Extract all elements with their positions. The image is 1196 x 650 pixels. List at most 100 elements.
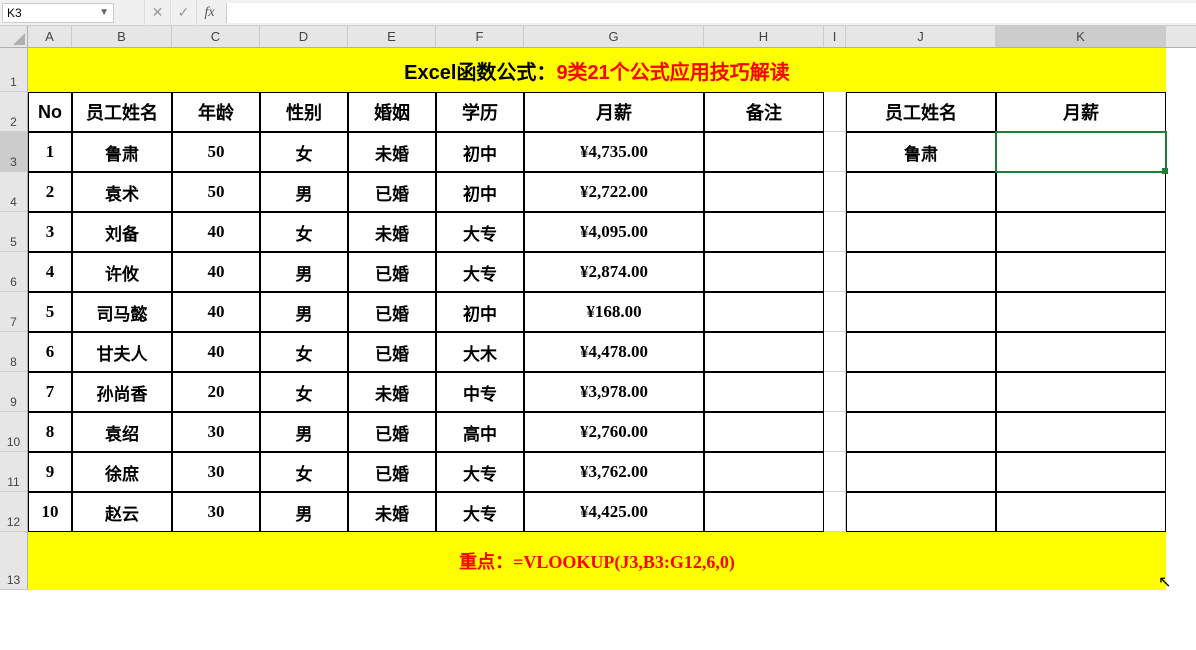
cell-marriage[interactable]: 已婚 [348, 412, 436, 452]
cell-I2[interactable] [824, 92, 846, 132]
title-cell[interactable]: Excel函数公式：9类21个公式应用技巧解读 [28, 48, 1166, 92]
footer-cell[interactable]: 重点：=VLOOKUP(J3,B3:G12,6,0) [28, 532, 1166, 590]
cell-I11[interactable] [824, 452, 846, 492]
cancel-formula-icon[interactable]: ✕ [144, 0, 170, 26]
cell-salary[interactable]: ¥4,095.00 [524, 212, 704, 252]
cell-no[interactable]: 3 [28, 212, 72, 252]
cell-no[interactable]: 2 [28, 172, 72, 212]
header-name[interactable]: 员工姓名 [72, 92, 172, 132]
col-header-B[interactable]: B [72, 26, 172, 47]
cell-name[interactable]: 甘夫人 [72, 332, 172, 372]
cell-marriage[interactable]: 未婚 [348, 372, 436, 412]
cell-K8[interactable] [996, 332, 1166, 372]
cell-J10[interactable] [846, 412, 996, 452]
cell-age[interactable]: 40 [172, 292, 260, 332]
cell-edu[interactable]: 初中 [436, 132, 524, 172]
cell-name[interactable]: 袁绍 [72, 412, 172, 452]
col-header-F[interactable]: F [436, 26, 524, 47]
cell-no[interactable]: 9 [28, 452, 72, 492]
cell-I12[interactable] [824, 492, 846, 532]
cell-age[interactable]: 40 [172, 212, 260, 252]
cell-J9[interactable] [846, 372, 996, 412]
col-header-D[interactable]: D [260, 26, 348, 47]
cell-sex[interactable]: 女 [260, 372, 348, 412]
cell-remark[interactable] [704, 172, 824, 212]
cell-K7[interactable] [996, 292, 1166, 332]
cell-edu[interactable]: 大专 [436, 212, 524, 252]
row-header-12[interactable]: 12 [0, 492, 28, 532]
cell-name[interactable]: 孙尚香 [72, 372, 172, 412]
row-header-8[interactable]: 8 [0, 332, 28, 372]
cell-no[interactable]: 8 [28, 412, 72, 452]
lookup-name-cell[interactable]: 鲁肃 [846, 132, 996, 172]
header-edu[interactable]: 学历 [436, 92, 524, 132]
cell-edu[interactable]: 初中 [436, 172, 524, 212]
lookup-salary-cell[interactable] [996, 132, 1166, 172]
row-header-3[interactable]: 3 [0, 132, 28, 172]
cell-remark[interactable] [704, 452, 824, 492]
cell-age[interactable]: 30 [172, 452, 260, 492]
cell-salary[interactable]: ¥2,874.00 [524, 252, 704, 292]
cell-no[interactable]: 10 [28, 492, 72, 532]
cell-remark[interactable] [704, 212, 824, 252]
cell-name[interactable]: 司马懿 [72, 292, 172, 332]
cell-I6[interactable] [824, 252, 846, 292]
name-box-dropdown-icon[interactable]: ▼ [99, 7, 109, 18]
cell-edu[interactable]: 大木 [436, 332, 524, 372]
col-header-A[interactable]: A [28, 26, 72, 47]
cell-edu[interactable]: 大专 [436, 452, 524, 492]
formula-input[interactable] [226, 3, 1196, 23]
cell-name[interactable]: 许攸 [72, 252, 172, 292]
cell-sex[interactable]: 女 [260, 332, 348, 372]
cell-I5[interactable] [824, 212, 846, 252]
cell-salary[interactable]: ¥4,425.00 [524, 492, 704, 532]
select-all-corner[interactable] [0, 26, 28, 47]
cell-J6[interactable] [846, 252, 996, 292]
cell-marriage[interactable]: 已婚 [348, 292, 436, 332]
cell-K10[interactable] [996, 412, 1166, 452]
cell-age[interactable]: 50 [172, 172, 260, 212]
col-header-E[interactable]: E [348, 26, 436, 47]
cell-salary[interactable]: ¥2,760.00 [524, 412, 704, 452]
cell-no[interactable]: 6 [28, 332, 72, 372]
cell-marriage[interactable]: 未婚 [348, 132, 436, 172]
cell-sex[interactable]: 男 [260, 292, 348, 332]
cell-no[interactable]: 1 [28, 132, 72, 172]
row-header-6[interactable]: 6 [0, 252, 28, 292]
cell-marriage[interactable]: 已婚 [348, 332, 436, 372]
cell-remark[interactable] [704, 412, 824, 452]
cell-J4[interactable] [846, 172, 996, 212]
row-header-5[interactable]: 5 [0, 212, 28, 252]
cell-marriage[interactable]: 已婚 [348, 252, 436, 292]
cell-J7[interactable] [846, 292, 996, 332]
cell-sex[interactable]: 女 [260, 212, 348, 252]
cell-salary[interactable]: ¥4,735.00 [524, 132, 704, 172]
cell-sex[interactable]: 男 [260, 412, 348, 452]
cell-salary[interactable]: ¥3,978.00 [524, 372, 704, 412]
cell-salary[interactable]: ¥168.00 [524, 292, 704, 332]
header-remark[interactable]: 备注 [704, 92, 824, 132]
cell-age[interactable]: 40 [172, 332, 260, 372]
cell-J11[interactable] [846, 452, 996, 492]
row-header-2[interactable]: 2 [0, 92, 28, 132]
cell-name[interactable]: 刘备 [72, 212, 172, 252]
header-lookup-salary[interactable]: 月薪 [996, 92, 1166, 132]
cell-marriage[interactable]: 未婚 [348, 492, 436, 532]
cell-marriage[interactable]: 已婚 [348, 452, 436, 492]
cell-marriage[interactable]: 未婚 [348, 212, 436, 252]
cell-edu[interactable]: 大专 [436, 252, 524, 292]
fx-icon[interactable]: fx [196, 0, 222, 26]
cell-I8[interactable] [824, 332, 846, 372]
cell-J8[interactable] [846, 332, 996, 372]
row-header-4[interactable]: 4 [0, 172, 28, 212]
cell-sex[interactable]: 女 [260, 452, 348, 492]
cell-name[interactable]: 赵云 [72, 492, 172, 532]
name-box[interactable]: K3 ▼ [2, 3, 114, 23]
cell-sex[interactable]: 男 [260, 492, 348, 532]
cell-age[interactable]: 30 [172, 492, 260, 532]
col-header-G[interactable]: G [524, 26, 704, 47]
cell-name[interactable]: 鲁肃 [72, 132, 172, 172]
cell-I4[interactable] [824, 172, 846, 212]
cell-remark[interactable] [704, 292, 824, 332]
cell-edu[interactable]: 大专 [436, 492, 524, 532]
